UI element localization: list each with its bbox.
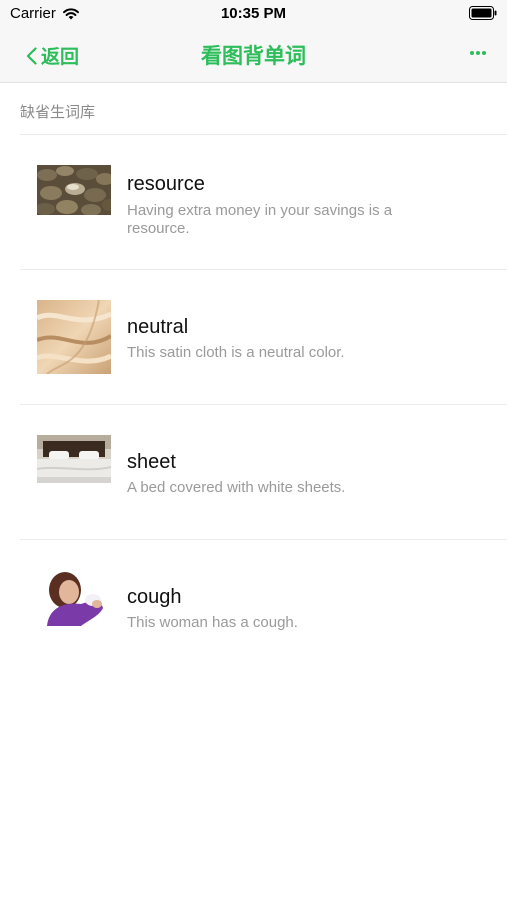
word-title: cough <box>127 586 182 608</box>
coins-image <box>37 165 111 215</box>
screen: Carrier 10:35 PM 返回 看图背单词 缺省生词库 resource… <box>0 0 507 900</box>
word-sentence: This satin cloth is a neutral color. <box>127 344 345 361</box>
list-item[interactable]: resource Having extra money in your savi… <box>20 135 507 270</box>
status-bar: Carrier 10:35 PM <box>0 0 507 26</box>
list-item[interactable]: sheet A bed covered with white sheets. <box>20 405 507 540</box>
word-sentence: This woman has a cough. <box>127 614 298 631</box>
page-title: 看图背单词 <box>201 45 306 68</box>
word-list: resource Having extra money in your savi… <box>0 135 507 674</box>
clock: 10:35 PM <box>220 5 287 22</box>
nav-bar: 返回 看图背单词 <box>0 26 507 83</box>
more-icon[interactable] <box>469 44 487 62</box>
bed-image <box>37 435 111 483</box>
word-sentence: Having extra money in your savings is a … <box>127 202 393 237</box>
satin-cloth-image <box>37 300 111 374</box>
battery-icon <box>469 6 497 20</box>
section-header: 缺省生词库 <box>20 104 96 121</box>
list-item[interactable]: neutral This satin cloth is a neutral co… <box>20 270 507 405</box>
word-title: sheet <box>127 451 176 473</box>
list-item[interactable]: cough This woman has a cough. <box>20 540 507 674</box>
word-title: resource <box>127 173 205 195</box>
coughing-woman-image <box>37 570 111 626</box>
word-sentence: A bed covered with white sheets. <box>127 479 346 496</box>
word-title: neutral <box>127 316 189 338</box>
